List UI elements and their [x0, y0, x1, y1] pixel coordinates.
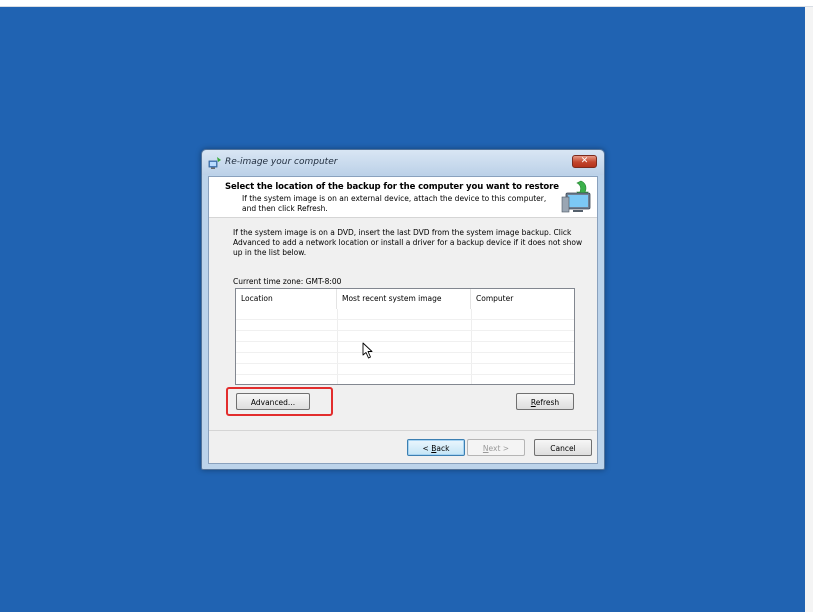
- refresh-label: efresh: [535, 398, 560, 407]
- mouse-pointer-icon: [362, 342, 373, 359]
- column-most-recent-image[interactable]: Most recent system image: [337, 289, 471, 309]
- refresh-button[interactable]: Refresh: [516, 393, 574, 410]
- dialog-title: Re-image your computer: [225, 157, 338, 167]
- column-computer[interactable]: Computer: [471, 289, 574, 309]
- empty-row: [236, 342, 574, 353]
- dialog-description: If the system image is on an external de…: [242, 194, 547, 213]
- top-edge: [0, 0, 813, 7]
- cancel-button[interactable]: Cancel: [534, 439, 592, 456]
- title-bar[interactable]: Re-image your computer ✕: [202, 150, 604, 175]
- back-label: ack: [436, 444, 450, 453]
- restore-icon: [208, 157, 221, 169]
- close-button[interactable]: ✕: [572, 155, 597, 168]
- column-location[interactable]: Location: [236, 289, 337, 309]
- empty-row: [236, 309, 574, 320]
- dialog-header: Select the location of the backup for th…: [209, 177, 597, 218]
- footer-separator: [209, 430, 597, 431]
- instructions-text: If the system image is on a DVD, insert …: [233, 228, 583, 257]
- dialog-client-area: Select the location of the backup for th…: [208, 176, 598, 464]
- list-header: Location Most recent system image Comput…: [236, 289, 574, 309]
- computer-backup-icon: [561, 180, 591, 213]
- back-button[interactable]: < Back: [407, 439, 465, 456]
- dialog-heading: Select the location of the backup for th…: [225, 182, 559, 192]
- back-prefix: <: [422, 444, 432, 453]
- empty-row: [236, 353, 574, 364]
- time-zone-label: Current time zone: GMT-8:00: [233, 277, 342, 286]
- next-button[interactable]: Next >: [467, 439, 525, 456]
- empty-row: [236, 320, 574, 331]
- right-edge: [805, 7, 813, 612]
- empty-row: [236, 331, 574, 342]
- next-label: ext >: [488, 444, 510, 453]
- backup-location-list[interactable]: Location Most recent system image Comput…: [235, 288, 575, 385]
- empty-row: [236, 364, 574, 375]
- reimage-dialog: Re-image your computer ✕ Select the loca…: [201, 149, 605, 470]
- advanced-button[interactable]: Advanced...: [236, 393, 310, 410]
